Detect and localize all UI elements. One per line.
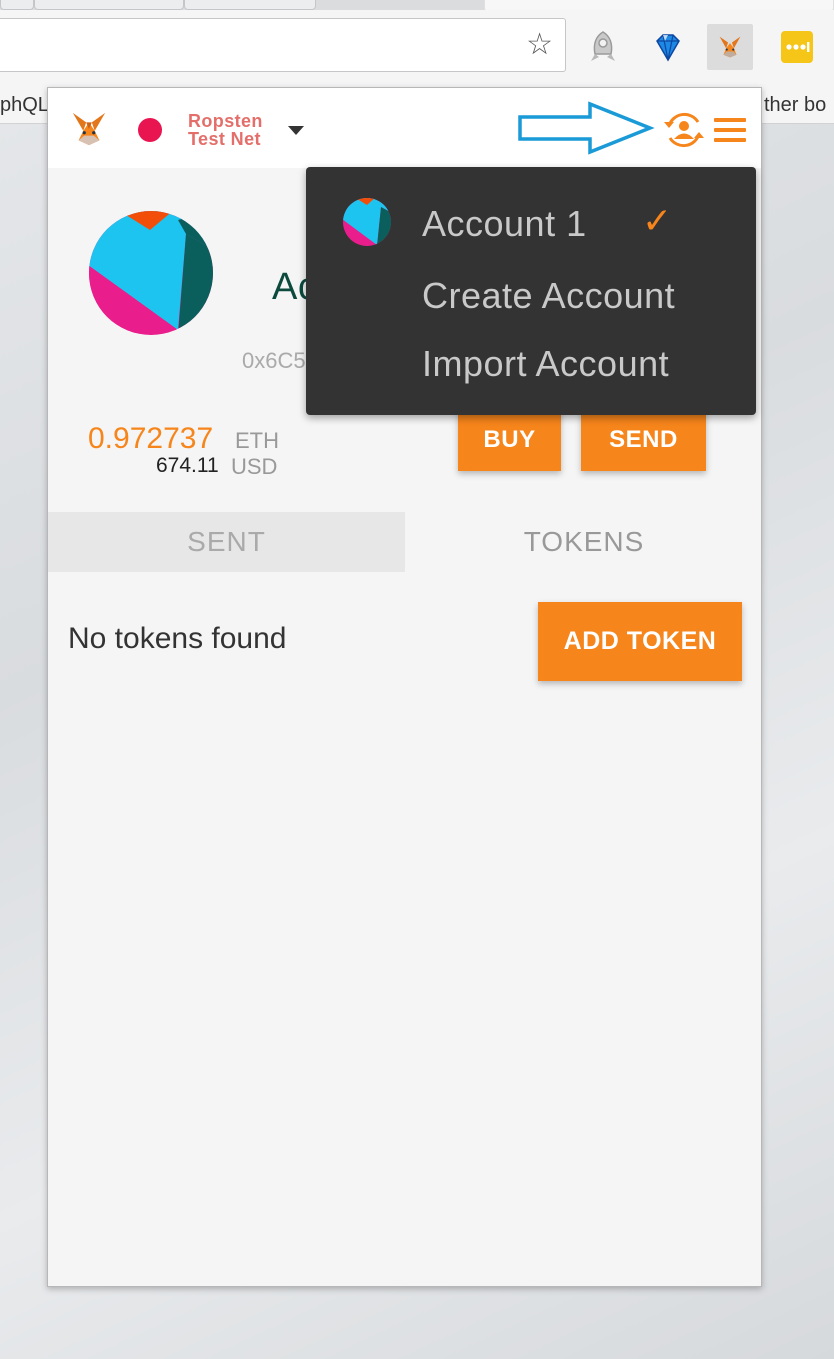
menu-item-account-1[interactable]: Account 1 [422,203,587,245]
network-name-line2: Test Net [188,129,261,149]
blue-arrow-callout-icon [518,101,655,155]
usd-balance: 674.11 [156,454,219,477]
account-dropdown-menu: Account 1 ✓ Create Account Import Accoun… [306,167,756,415]
send-button[interactable]: SEND [581,408,706,471]
extension-metamask-icon[interactable] [707,24,753,70]
account-identicon[interactable] [88,210,214,336]
browser-tab[interactable] [184,0,316,10]
tab-sent[interactable]: SENT [48,512,405,572]
star-icon[interactable]: ☆ [526,27,553,63]
address-bar[interactable]: ☆ [0,18,566,72]
metamask-fox-icon [70,110,108,153]
hamburger-menu-icon[interactable] [714,118,746,142]
tab-tokens[interactable]: TOKENS [405,520,761,572]
browser-tab[interactable] [34,0,184,10]
tab-bar: SENT TOKENS [48,512,761,572]
browser-toolbar: ☆ [0,10,834,86]
browser-tab[interactable] [0,0,34,10]
extension-diamond-icon[interactable] [645,24,691,70]
bookmark-other[interactable]: ther bo [764,86,826,124]
extension-rocket-icon[interactable] [580,24,626,70]
eth-unit: ETH [235,428,279,453]
extension-password-icon[interactable] [774,24,820,70]
network-selector[interactable]: Ropsten Test Net [188,112,263,148]
menu-item-import-account[interactable]: Import Account [422,343,669,385]
eth-balance: 0.972737 [88,422,214,455]
bookmark-item[interactable]: phQL [0,86,49,124]
empty-tokens-message: No tokens found [68,622,287,655]
checkmark-icon: ✓ [642,201,673,242]
network-status-dot[interactable] [138,118,162,142]
network-name-line1: Ropsten [188,111,263,131]
menu-item-create-account[interactable]: Create Account [422,275,675,317]
popup-header: Ropsten Test Net [48,88,761,168]
add-token-button[interactable]: ADD TOKEN [538,602,742,681]
account-switch-icon[interactable] [662,110,706,150]
chevron-down-icon[interactable] [288,126,304,135]
account-identicon-small [343,198,391,246]
buy-button[interactable]: BUY [458,408,561,471]
usd-unit: USD [231,454,278,479]
